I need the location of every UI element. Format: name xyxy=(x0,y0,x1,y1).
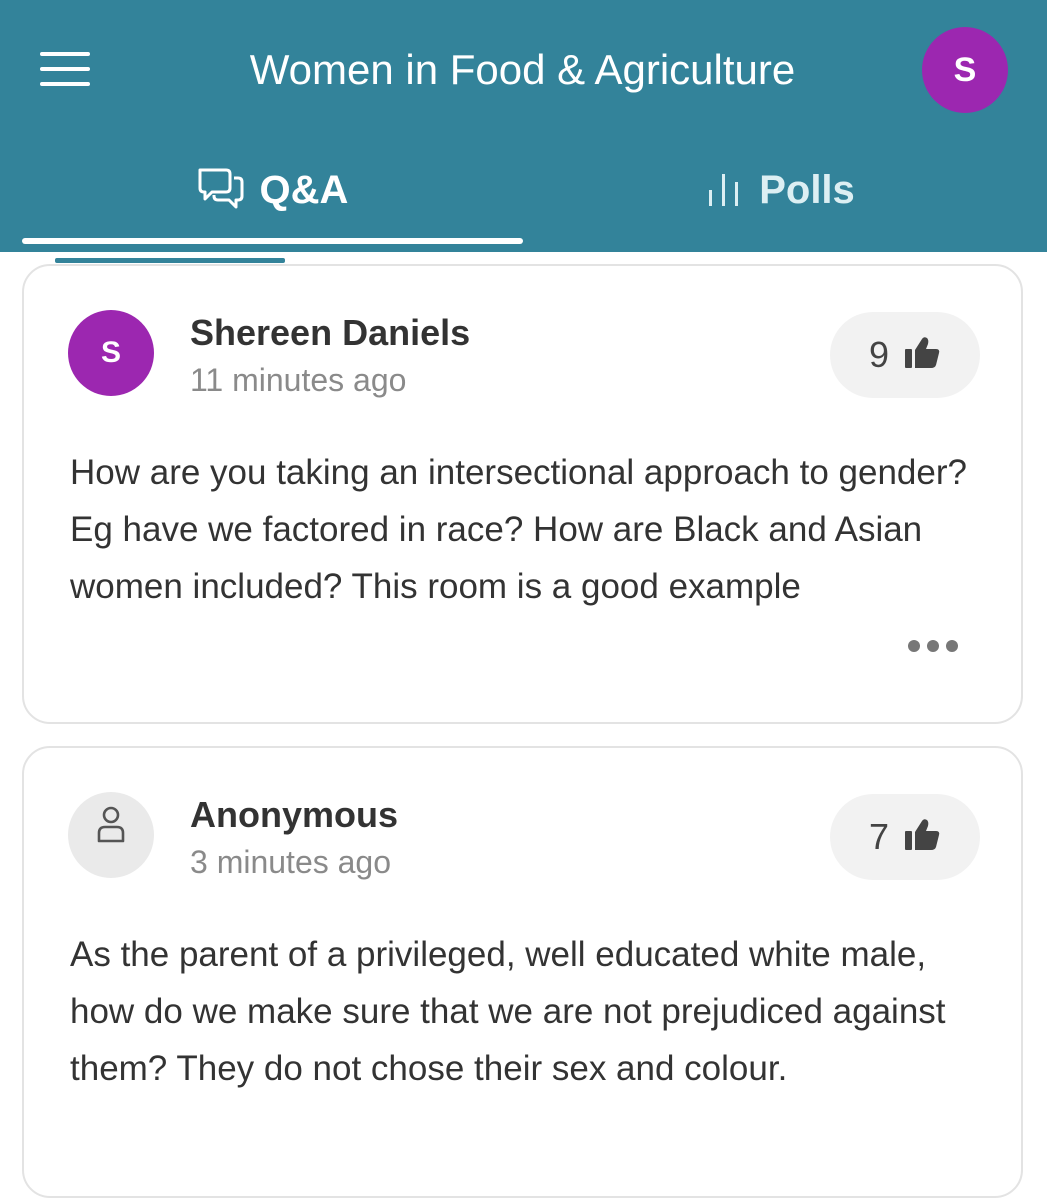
question-text: As the parent of a privileged, well educ… xyxy=(70,935,946,1088)
user-avatar[interactable]: S xyxy=(922,27,1008,113)
question-card: S Shereen Daniels 11 minutes ago 9 How a… xyxy=(22,264,1023,724)
thumbs-up-icon xyxy=(903,336,941,375)
event-title: Women in Food & Agriculture xyxy=(249,46,796,93)
more-options-icon[interactable] xyxy=(908,636,958,656)
tab-polls-label: Polls xyxy=(759,167,855,212)
bar-chart-icon xyxy=(705,168,745,213)
like-button[interactable]: 9 xyxy=(830,312,980,398)
speech-bubbles-icon xyxy=(196,166,246,215)
timestamp: 3 minutes ago xyxy=(190,844,392,880)
author-name: Shereen Daniels xyxy=(190,312,471,353)
active-tab-indicator xyxy=(22,238,523,244)
question-card: Anonymous 3 minutes ago 7 As the parent … xyxy=(22,746,1023,1198)
author-avatar: S xyxy=(68,310,154,396)
author-name: Anonymous xyxy=(190,794,399,835)
user-outline-icon xyxy=(94,792,128,878)
thumbs-up-icon xyxy=(903,818,941,857)
menu-icon[interactable] xyxy=(40,52,90,86)
app-header: Women in Food & Agriculture S Q&A Polls xyxy=(0,0,1047,252)
scroll-indicator xyxy=(55,258,285,263)
tab-polls[interactable]: Polls xyxy=(530,160,1030,220)
timestamp: 11 minutes ago xyxy=(190,362,407,398)
like-count: 9 xyxy=(868,334,890,375)
like-button[interactable]: 7 xyxy=(830,794,980,880)
anonymous-avatar xyxy=(68,792,154,878)
tab-qa-label: Q&A xyxy=(259,167,349,212)
tab-qa[interactable]: Q&A xyxy=(22,160,522,220)
like-count: 7 xyxy=(868,816,890,857)
question-text: How are you taking an intersectional app… xyxy=(70,453,967,606)
